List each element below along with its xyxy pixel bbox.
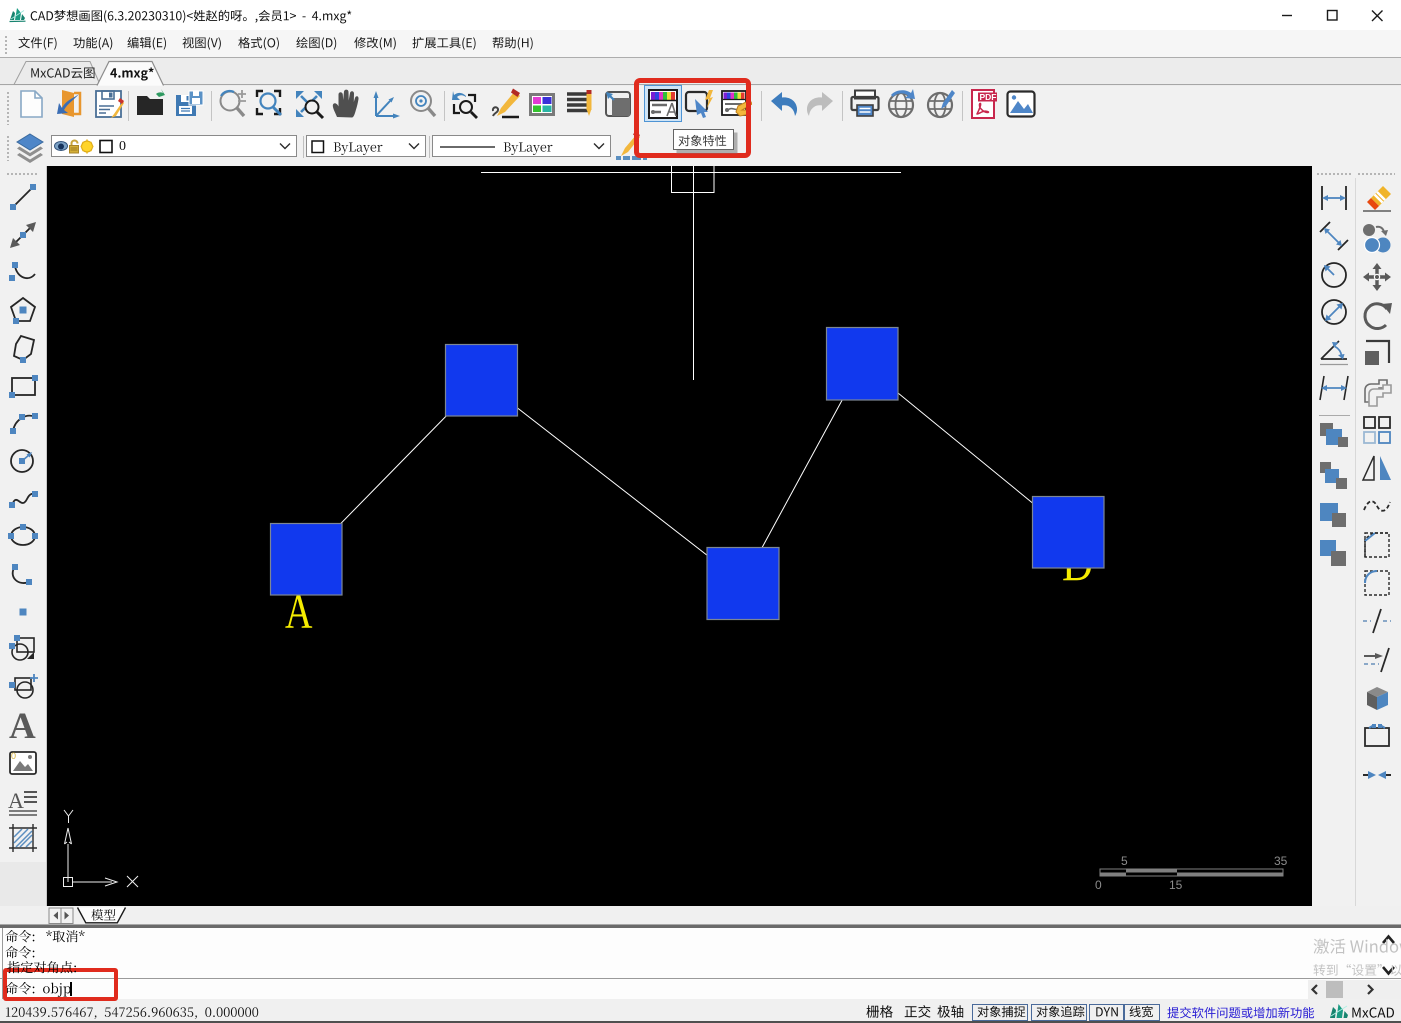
svg-text:15: 15 [1169, 878, 1183, 892]
svg-text:5: 5 [1121, 854, 1128, 868]
svg-text:PDF: PDF [980, 92, 997, 102]
svg-text:0: 0 [11, 751, 16, 761]
svg-text:A: A [8, 788, 24, 813]
svg-text:0: 0 [1095, 878, 1102, 892]
svg-text:A: A [9, 709, 36, 741]
svg-text:35: 35 [1274, 854, 1288, 868]
